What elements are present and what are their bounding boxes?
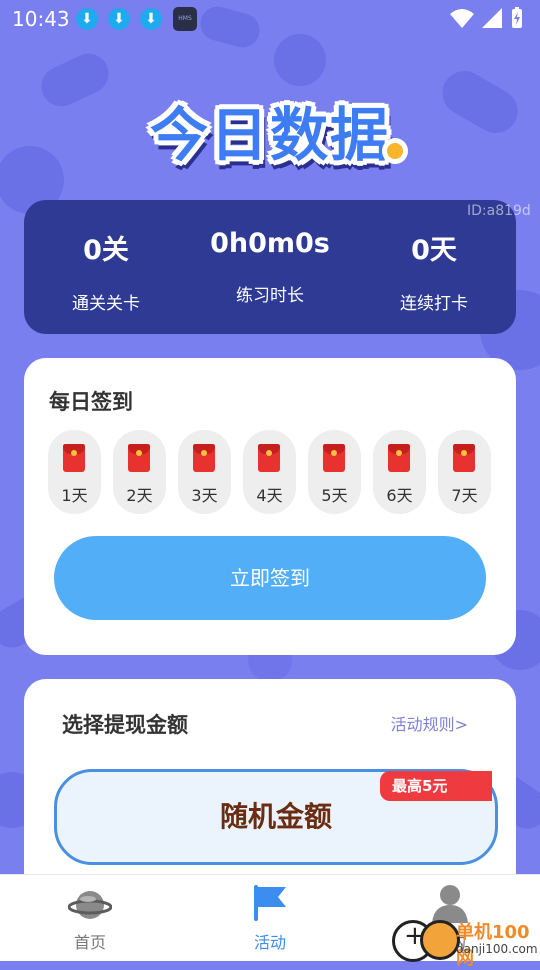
site-watermark: 单机100网 danji100.com (392, 916, 540, 969)
stat-value: 0天 (411, 235, 457, 266)
download-icon: ⬇ (140, 8, 162, 30)
daily-signin-card: 每日签到 1天 2天 3天 4天 5天 6天 7天 立即签到 (24, 358, 516, 655)
flag-icon (254, 885, 286, 921)
day-label: 6天 (386, 486, 413, 505)
stat-value: 0关 (83, 235, 129, 266)
stat-label: 练习时长 (236, 286, 304, 306)
user-id: ID:a819d (467, 203, 531, 219)
system-status-icons (450, 7, 522, 28)
signin-day[interactable]: 3天 (178, 430, 231, 514)
red-envelope-icon (388, 444, 410, 472)
signin-day[interactable]: 4天 (243, 430, 296, 514)
planet-icon (68, 891, 112, 919)
page-title-text: 今日数据 (149, 101, 390, 169)
stats-card: 0关 通关关卡 0h0m0s 练习时长 0天 连续打卡 (24, 200, 516, 334)
stat-streak-days: 0天 连续打卡 (352, 228, 516, 314)
day-label: 7天 (451, 486, 478, 505)
watermark-url: danji100.com (456, 942, 538, 956)
red-envelope-icon (128, 444, 150, 472)
stat-label: 连续打卡 (400, 294, 468, 314)
stat-levels-cleared: 0关 通关关卡 (24, 228, 188, 314)
day-label: 5天 (321, 486, 348, 505)
hms-icon: HMS (173, 7, 197, 31)
download-icon: ⬇ (76, 8, 98, 30)
signin-title: 每日签到 (49, 390, 133, 414)
day-label: 1天 (61, 486, 88, 505)
stat-value: 0h0m0s (210, 228, 330, 259)
download-icon: ⬇ (108, 8, 130, 30)
nav-label: 首页 (73, 933, 106, 952)
max-amount-badge: 最高5元 (380, 771, 492, 801)
signin-day[interactable]: 1天 (48, 430, 101, 514)
status-bar: 10:43 ⬇ ⬇ ⬇ HMS (0, 0, 540, 36)
nav-item-home[interactable]: 首页 (0, 875, 180, 961)
page-title: 今日数据 (0, 88, 540, 172)
coin-icon (382, 138, 408, 164)
withdraw-title: 选择提现金额 (62, 713, 188, 737)
day-label: 4天 (256, 486, 283, 505)
day-label: 3天 (191, 486, 218, 505)
day-label: 2天 (126, 486, 153, 505)
wifi-icon (450, 9, 474, 28)
signin-day[interactable]: 7天 (438, 430, 491, 514)
nav-label: 活动 (253, 933, 286, 952)
signin-now-button[interactable]: 立即签到 (54, 536, 486, 620)
red-envelope-icon (453, 444, 475, 472)
signin-day[interactable]: 6天 (373, 430, 426, 514)
stat-label: 通关关卡 (72, 294, 140, 314)
stat-practice-time: 0h0m0s 练习时长 (188, 228, 352, 306)
red-envelope-icon (258, 444, 280, 472)
signin-day[interactable]: 5天 (308, 430, 361, 514)
status-time: 10:43 (12, 7, 70, 31)
activity-rules-link[interactable]: 活动规则> (391, 711, 468, 735)
red-envelope-icon (63, 444, 85, 472)
red-envelope-icon (323, 444, 345, 472)
watermark-face-icon (420, 920, 460, 960)
signal-icon (482, 8, 502, 28)
signin-day[interactable]: 2天 (113, 430, 166, 514)
nav-item-activity[interactable]: 活动 (180, 875, 360, 961)
red-envelope-icon (193, 444, 215, 472)
